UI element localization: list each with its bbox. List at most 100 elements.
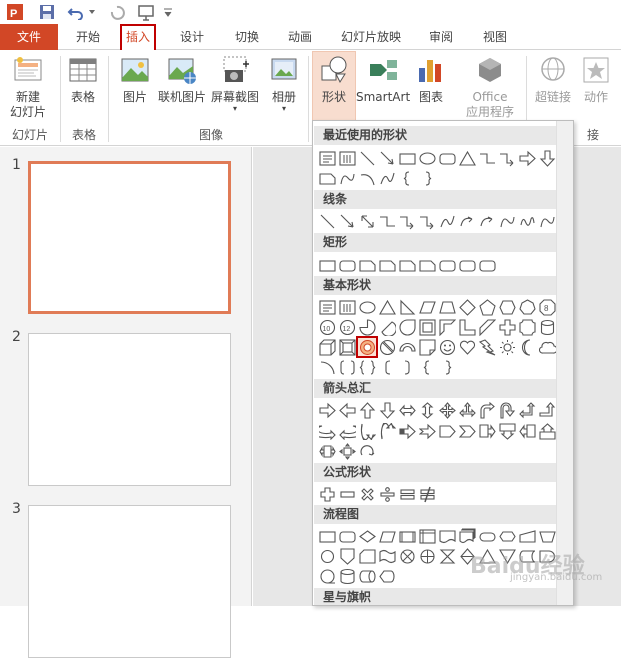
shape-heptagon-icon[interactable] xyxy=(517,297,537,317)
shape-darrow-icon[interactable] xyxy=(537,148,557,168)
shape-rect-icon[interactable] xyxy=(397,148,417,168)
shape-line-icon[interactable] xyxy=(357,148,377,168)
tab-home[interactable]: 开始 xyxy=(68,24,108,50)
shape-oval-icon[interactable] xyxy=(417,148,437,168)
tab-file[interactable]: 文件 xyxy=(0,24,58,50)
shape-rarrow-icon[interactable] xyxy=(317,400,337,420)
shape-textbox-icon[interactable] xyxy=(317,297,337,317)
shape-blockarc-icon[interactable] xyxy=(397,337,417,357)
save-icon[interactable] xyxy=(38,2,56,22)
shape-dcallout-icon[interactable] xyxy=(497,421,517,441)
shape-data-icon[interactable] xyxy=(377,526,397,546)
shape-curve-icon[interactable] xyxy=(377,168,397,188)
shape-chord-icon[interactable] xyxy=(377,317,397,337)
shapes-button-content[interactable]: 形状 xyxy=(312,54,356,105)
shape-vtextbox-icon[interactable] xyxy=(337,148,357,168)
shape-process-icon[interactable] xyxy=(317,526,337,546)
shape-plaque-icon[interactable] xyxy=(517,317,537,337)
shape-summing-icon[interactable] xyxy=(397,546,417,566)
shape-dblbrace-icon[interactable] xyxy=(357,357,377,377)
shape-eqdiv-icon[interactable] xyxy=(377,484,397,504)
shape-curve-icon[interactable] xyxy=(437,211,457,231)
shape-rtriangle-icon[interactable] xyxy=(397,297,417,317)
shape-triangle-icon[interactable] xyxy=(457,148,477,168)
shape-hexagon-icon[interactable] xyxy=(497,297,517,317)
shape-snip-icon[interactable] xyxy=(417,255,437,275)
shape-rrect-icon[interactable] xyxy=(477,255,497,275)
shape-lrupArrow-icon[interactable] xyxy=(457,400,477,420)
smartart-button[interactable]: SmartArt xyxy=(356,54,410,105)
shape-display-icon[interactable] xyxy=(377,566,397,586)
shape-pentagon-icon[interactable] xyxy=(477,297,497,317)
shape-internal-icon[interactable] xyxy=(417,526,437,546)
shape-predefined-icon[interactable] xyxy=(397,526,417,546)
shape-manualop-icon[interactable] xyxy=(537,526,557,546)
shape-striped-icon[interactable] xyxy=(397,421,417,441)
shape-eqnotequal-icon[interactable] xyxy=(417,484,437,504)
shape-terminator-icon[interactable] xyxy=(477,526,497,546)
shape-uturn-icon[interactable] xyxy=(497,400,517,420)
shape-rrect-icon[interactable] xyxy=(437,148,457,168)
shape-diagstripe-icon[interactable] xyxy=(477,317,497,337)
shape-textbox-icon[interactable] xyxy=(317,148,337,168)
shape-altprocess-icon[interactable] xyxy=(337,526,357,546)
shape-elbow-icon[interactable] xyxy=(477,148,497,168)
shape-freeform-icon[interactable] xyxy=(497,211,517,231)
shape-offpage-icon[interactable] xyxy=(337,546,357,566)
shape-plus-icon[interactable] xyxy=(497,317,517,337)
shape-arc2-icon[interactable] xyxy=(317,357,337,377)
shape-circarrow-icon[interactable] xyxy=(357,441,377,461)
action-button[interactable]: 动作 xyxy=(578,54,614,105)
shape-nosymbol-icon[interactable] xyxy=(377,337,397,357)
shape-dblbracket-icon[interactable] xyxy=(337,357,357,377)
shape-diamond-icon[interactable] xyxy=(457,297,477,317)
shape-line-icon[interactable] xyxy=(317,211,337,231)
shape-notched-icon[interactable] xyxy=(417,421,437,441)
shape-arrowline-icon[interactable] xyxy=(337,211,357,231)
undo-dropdown-icon[interactable] xyxy=(88,2,96,22)
shape-elbowarrow-icon[interactable] xyxy=(397,211,417,231)
office-apps-button[interactable]: Office 应用程序 xyxy=(462,54,518,120)
redo-icon[interactable] xyxy=(108,2,126,22)
shape-rect-icon[interactable] xyxy=(317,255,337,275)
table-button[interactable]: 表格 xyxy=(66,54,100,105)
shape-darrow-icon[interactable] xyxy=(377,400,397,420)
shape-rbrace-icon[interactable] xyxy=(417,168,437,188)
shape-arc-icon[interactable] xyxy=(357,168,377,188)
shape-scribble-icon[interactable] xyxy=(517,211,537,231)
shape-rrect-icon[interactable] xyxy=(437,255,457,275)
shape-snip-icon[interactable] xyxy=(317,168,337,188)
shape-sun-icon[interactable] xyxy=(497,337,517,357)
shape-bentarrow-icon[interactable] xyxy=(477,400,497,420)
shape-directaccess-icon[interactable] xyxy=(357,566,377,586)
screenshot-button[interactable]: 屏幕截图 ▾ xyxy=(210,54,260,113)
shape-manualinput-icon[interactable] xyxy=(517,526,537,546)
shape-freeform-icon[interactable] xyxy=(537,211,557,231)
shape-seqaccess-icon[interactable] xyxy=(317,566,337,586)
shape-rbracket-icon[interactable] xyxy=(397,357,417,377)
shape-lbracket-icon[interactable] xyxy=(377,357,397,377)
tab-design[interactable]: 设计 xyxy=(172,24,212,50)
shape-lbrace-icon[interactable] xyxy=(397,168,417,188)
shape-lrarrow-icon[interactable] xyxy=(397,400,417,420)
shape-trapezoid-icon[interactable] xyxy=(437,297,457,317)
slide-thumbnail-1[interactable] xyxy=(28,161,231,314)
shape-teardrop-icon[interactable] xyxy=(397,317,417,337)
customize-qat-icon[interactable] xyxy=(162,2,174,22)
tab-transitions[interactable]: 切换 xyxy=(227,24,267,50)
shape-bentup-icon[interactable] xyxy=(537,400,557,420)
slide-thumbnail-2[interactable] xyxy=(28,333,231,486)
shape-decision-icon[interactable] xyxy=(357,526,377,546)
shape-udarrow-icon[interactable] xyxy=(417,400,437,420)
photo-album-button[interactable]: 相册 ▾ xyxy=(264,54,304,113)
shape-halfframe-icon[interactable] xyxy=(437,317,457,337)
shape-curvedD-icon[interactable] xyxy=(377,421,397,441)
shape-triangle-icon[interactable] xyxy=(377,297,397,317)
tab-view[interactable]: 视图 xyxy=(475,24,515,50)
shape-moon-icon[interactable] xyxy=(517,337,537,357)
shape-curvedL-icon[interactable] xyxy=(337,421,357,441)
picture-button[interactable]: 图片 xyxy=(118,54,152,105)
shape-curvedR-icon[interactable] xyxy=(317,421,337,441)
shape-eqplus-icon[interactable] xyxy=(317,484,337,504)
shape-card-icon[interactable] xyxy=(357,546,377,566)
